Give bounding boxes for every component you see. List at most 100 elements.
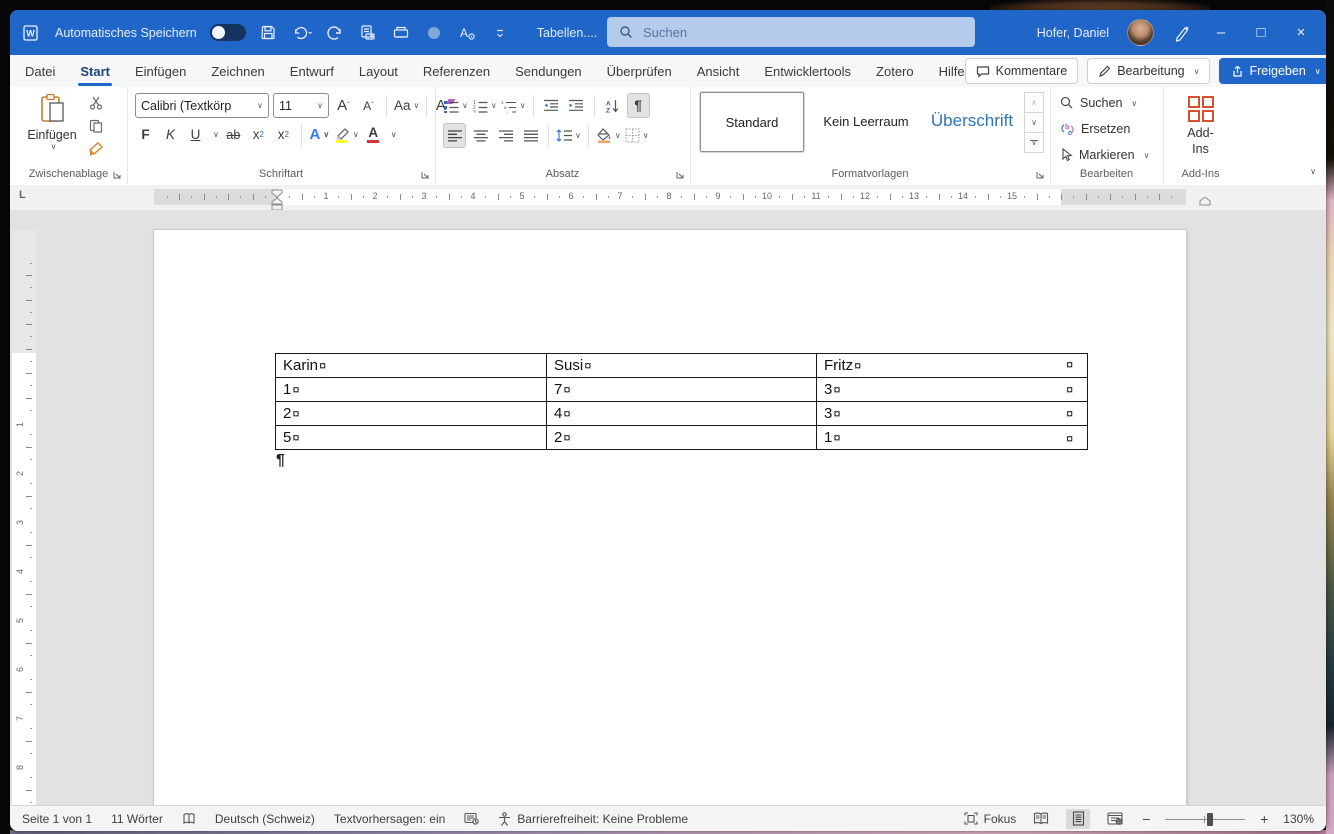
justify-button[interactable] xyxy=(520,124,541,147)
quick-print-icon[interactable] xyxy=(391,23,411,43)
shrink-font-button[interactable]: Aˇ xyxy=(358,94,379,117)
tab-entwicklertools[interactable]: Entwicklertools xyxy=(764,64,851,79)
styles-scroll-down-button[interactable]: ∨ xyxy=(1024,113,1044,133)
decrease-indent-button[interactable] xyxy=(541,94,562,117)
close-button[interactable]: × xyxy=(1290,24,1312,41)
search-input[interactable] xyxy=(641,23,925,41)
horizontal-ruler[interactable]: 1 2 3 4 5 6 7 8 9 10 11 12 13 14 15 xyxy=(154,189,1211,211)
user-avatar[interactable] xyxy=(1127,19,1154,46)
tab-start[interactable]: Start xyxy=(78,64,112,86)
read-mode-button[interactable] xyxy=(1029,809,1053,829)
proofing-icon[interactable] xyxy=(182,812,196,826)
zoom-out-button[interactable]: − xyxy=(1140,811,1152,827)
format-painter-icon[interactable] xyxy=(88,141,104,157)
multilevel-list-button[interactable]: 1ai xyxy=(501,94,526,117)
highlight-button[interactable] xyxy=(334,123,359,146)
zoom-slider[interactable] xyxy=(1165,812,1246,826)
chevron-down-icon[interactable] xyxy=(391,130,397,139)
shading-button[interactable] xyxy=(596,124,621,147)
align-left-button[interactable] xyxy=(443,123,466,148)
comments-button[interactable]: Kommentare xyxy=(964,58,1079,84)
cut-icon[interactable] xyxy=(88,95,104,111)
clipboard-dialog-launcher-icon[interactable] xyxy=(112,170,122,180)
increase-indent-button[interactable] xyxy=(566,94,587,117)
qat-overflow-icon[interactable] xyxy=(490,23,510,43)
text-effects-button[interactable]: A xyxy=(309,123,330,146)
save-icon[interactable] xyxy=(259,23,279,43)
editing-mode-button[interactable]: Bearbeitung xyxy=(1087,58,1211,84)
change-case-button[interactable]: Aa xyxy=(394,94,419,117)
print-layout-button[interactable] xyxy=(1066,808,1091,829)
tab-einfügen[interactable]: Einfügen xyxy=(135,64,186,79)
print-preview-icon[interactable] xyxy=(358,23,378,43)
collapse-ribbon-icon[interactable] xyxy=(1310,166,1316,177)
right-indent-marker[interactable] xyxy=(1199,197,1211,206)
style-ueberschrift[interactable]: Überschrift xyxy=(924,92,1020,150)
borders-button[interactable] xyxy=(625,124,649,147)
tab-hilfe[interactable]: Hilfe xyxy=(939,64,965,79)
focus-button[interactable]: Fokus xyxy=(964,812,1016,826)
font-dialog-launcher-icon[interactable] xyxy=(420,170,430,180)
font-color-button[interactable]: A xyxy=(363,123,384,146)
underline-button[interactable]: U xyxy=(185,123,206,146)
zoom-slider-thumb[interactable] xyxy=(1207,812,1214,826)
accessibility-status[interactable]: Barrierefreiheit: Keine Probleme xyxy=(498,812,688,826)
tab-zeichnen[interactable]: Zeichnen xyxy=(211,64,264,79)
left-indent-marker[interactable] xyxy=(271,189,283,211)
maximize-button[interactable]: □ xyxy=(1250,24,1272,41)
superscript-button[interactable]: x2 xyxy=(273,123,294,146)
bold-button[interactable]: F xyxy=(135,123,156,146)
language-status[interactable]: Deutsch (Schweiz) xyxy=(215,812,315,826)
paste-button[interactable]: Einfügen xyxy=(24,93,80,161)
styles-scroll-up-button[interactable]: ∧ xyxy=(1024,92,1044,113)
show-formatting-button[interactable]: ¶ xyxy=(626,93,650,118)
font-family-select[interactable]: Calibri (Textkörp xyxy=(135,93,269,118)
tab-ansicht[interactable]: Ansicht xyxy=(697,64,740,79)
search-box[interactable] xyxy=(607,17,975,47)
page-count[interactable]: Seite 1 von 1 xyxy=(22,812,92,826)
line-spacing-button[interactable] xyxy=(556,124,581,147)
sort-button[interactable]: AZ xyxy=(602,94,623,117)
italic-button[interactable]: K xyxy=(160,123,181,146)
addins-button[interactable]: Add- Ins xyxy=(1163,94,1238,157)
paragraph-dialog-launcher-icon[interactable] xyxy=(675,170,685,180)
document-page[interactable]: Karin¤ Susi¤ Fritz¤ 1¤ 7¤ 3¤ 2¤ 4¤ 3¤ 5¤ 2¤ 1¤ ¤ ¤ ¤ ¤… xyxy=(154,230,1186,806)
chevron-down-icon[interactable] xyxy=(213,130,219,139)
copy-icon[interactable] xyxy=(88,118,104,134)
user-name[interactable]: Hofer, Daniel xyxy=(1037,26,1109,40)
grow-font-button[interactable]: Aˆ xyxy=(333,94,354,117)
styles-more-button[interactable]: ∨ xyxy=(1024,133,1044,153)
bullets-button[interactable] xyxy=(443,94,468,117)
style-standard[interactable]: Standard xyxy=(700,92,804,152)
find-button[interactable]: Suchen xyxy=(1060,91,1137,115)
numbering-button[interactable]: 123 xyxy=(472,94,497,117)
tab-layout[interactable]: Layout xyxy=(359,64,398,79)
macro-icon[interactable] xyxy=(464,812,479,825)
subscript-button[interactable]: x2 xyxy=(248,123,269,146)
document-title[interactable]: Tabellen.... xyxy=(537,26,597,40)
word-count[interactable]: 11 Wörter xyxy=(111,812,163,826)
tab-referenzen[interactable]: Referenzen xyxy=(423,64,490,79)
minimize-button[interactable]: – xyxy=(1210,24,1232,41)
record-icon[interactable] xyxy=(424,23,444,43)
word-app-icon[interactable]: W xyxy=(22,23,42,43)
share-button[interactable]: Freigeben xyxy=(1219,58,1326,84)
tab-stop-selector[interactable]: L xyxy=(19,189,26,201)
zoom-level[interactable]: 130% xyxy=(1283,812,1314,826)
tab-sendungen[interactable]: Sendungen xyxy=(515,64,582,79)
align-center-button[interactable] xyxy=(470,124,491,147)
style-kein-leerraum[interactable]: Kein Leerraum xyxy=(812,92,920,150)
style-settings-icon[interactable]: A xyxy=(457,23,477,43)
styles-dialog-launcher-icon[interactable] xyxy=(1035,170,1045,180)
redo-icon[interactable] xyxy=(325,23,345,43)
align-right-button[interactable] xyxy=(495,124,516,147)
text-predictions-status[interactable]: Textvorhersagen: ein xyxy=(334,812,445,826)
undo-icon[interactable] xyxy=(292,23,312,43)
tab-datei[interactable]: Datei xyxy=(25,64,55,79)
font-size-select[interactable]: 11 xyxy=(273,93,329,118)
web-layout-button[interactable] xyxy=(1103,809,1127,829)
designer-icon[interactable] xyxy=(1172,23,1192,43)
tab-überprüfen[interactable]: Überprüfen xyxy=(607,64,672,79)
tab-entwurf[interactable]: Entwurf xyxy=(290,64,334,79)
tab-zotero[interactable]: Zotero xyxy=(876,64,914,79)
